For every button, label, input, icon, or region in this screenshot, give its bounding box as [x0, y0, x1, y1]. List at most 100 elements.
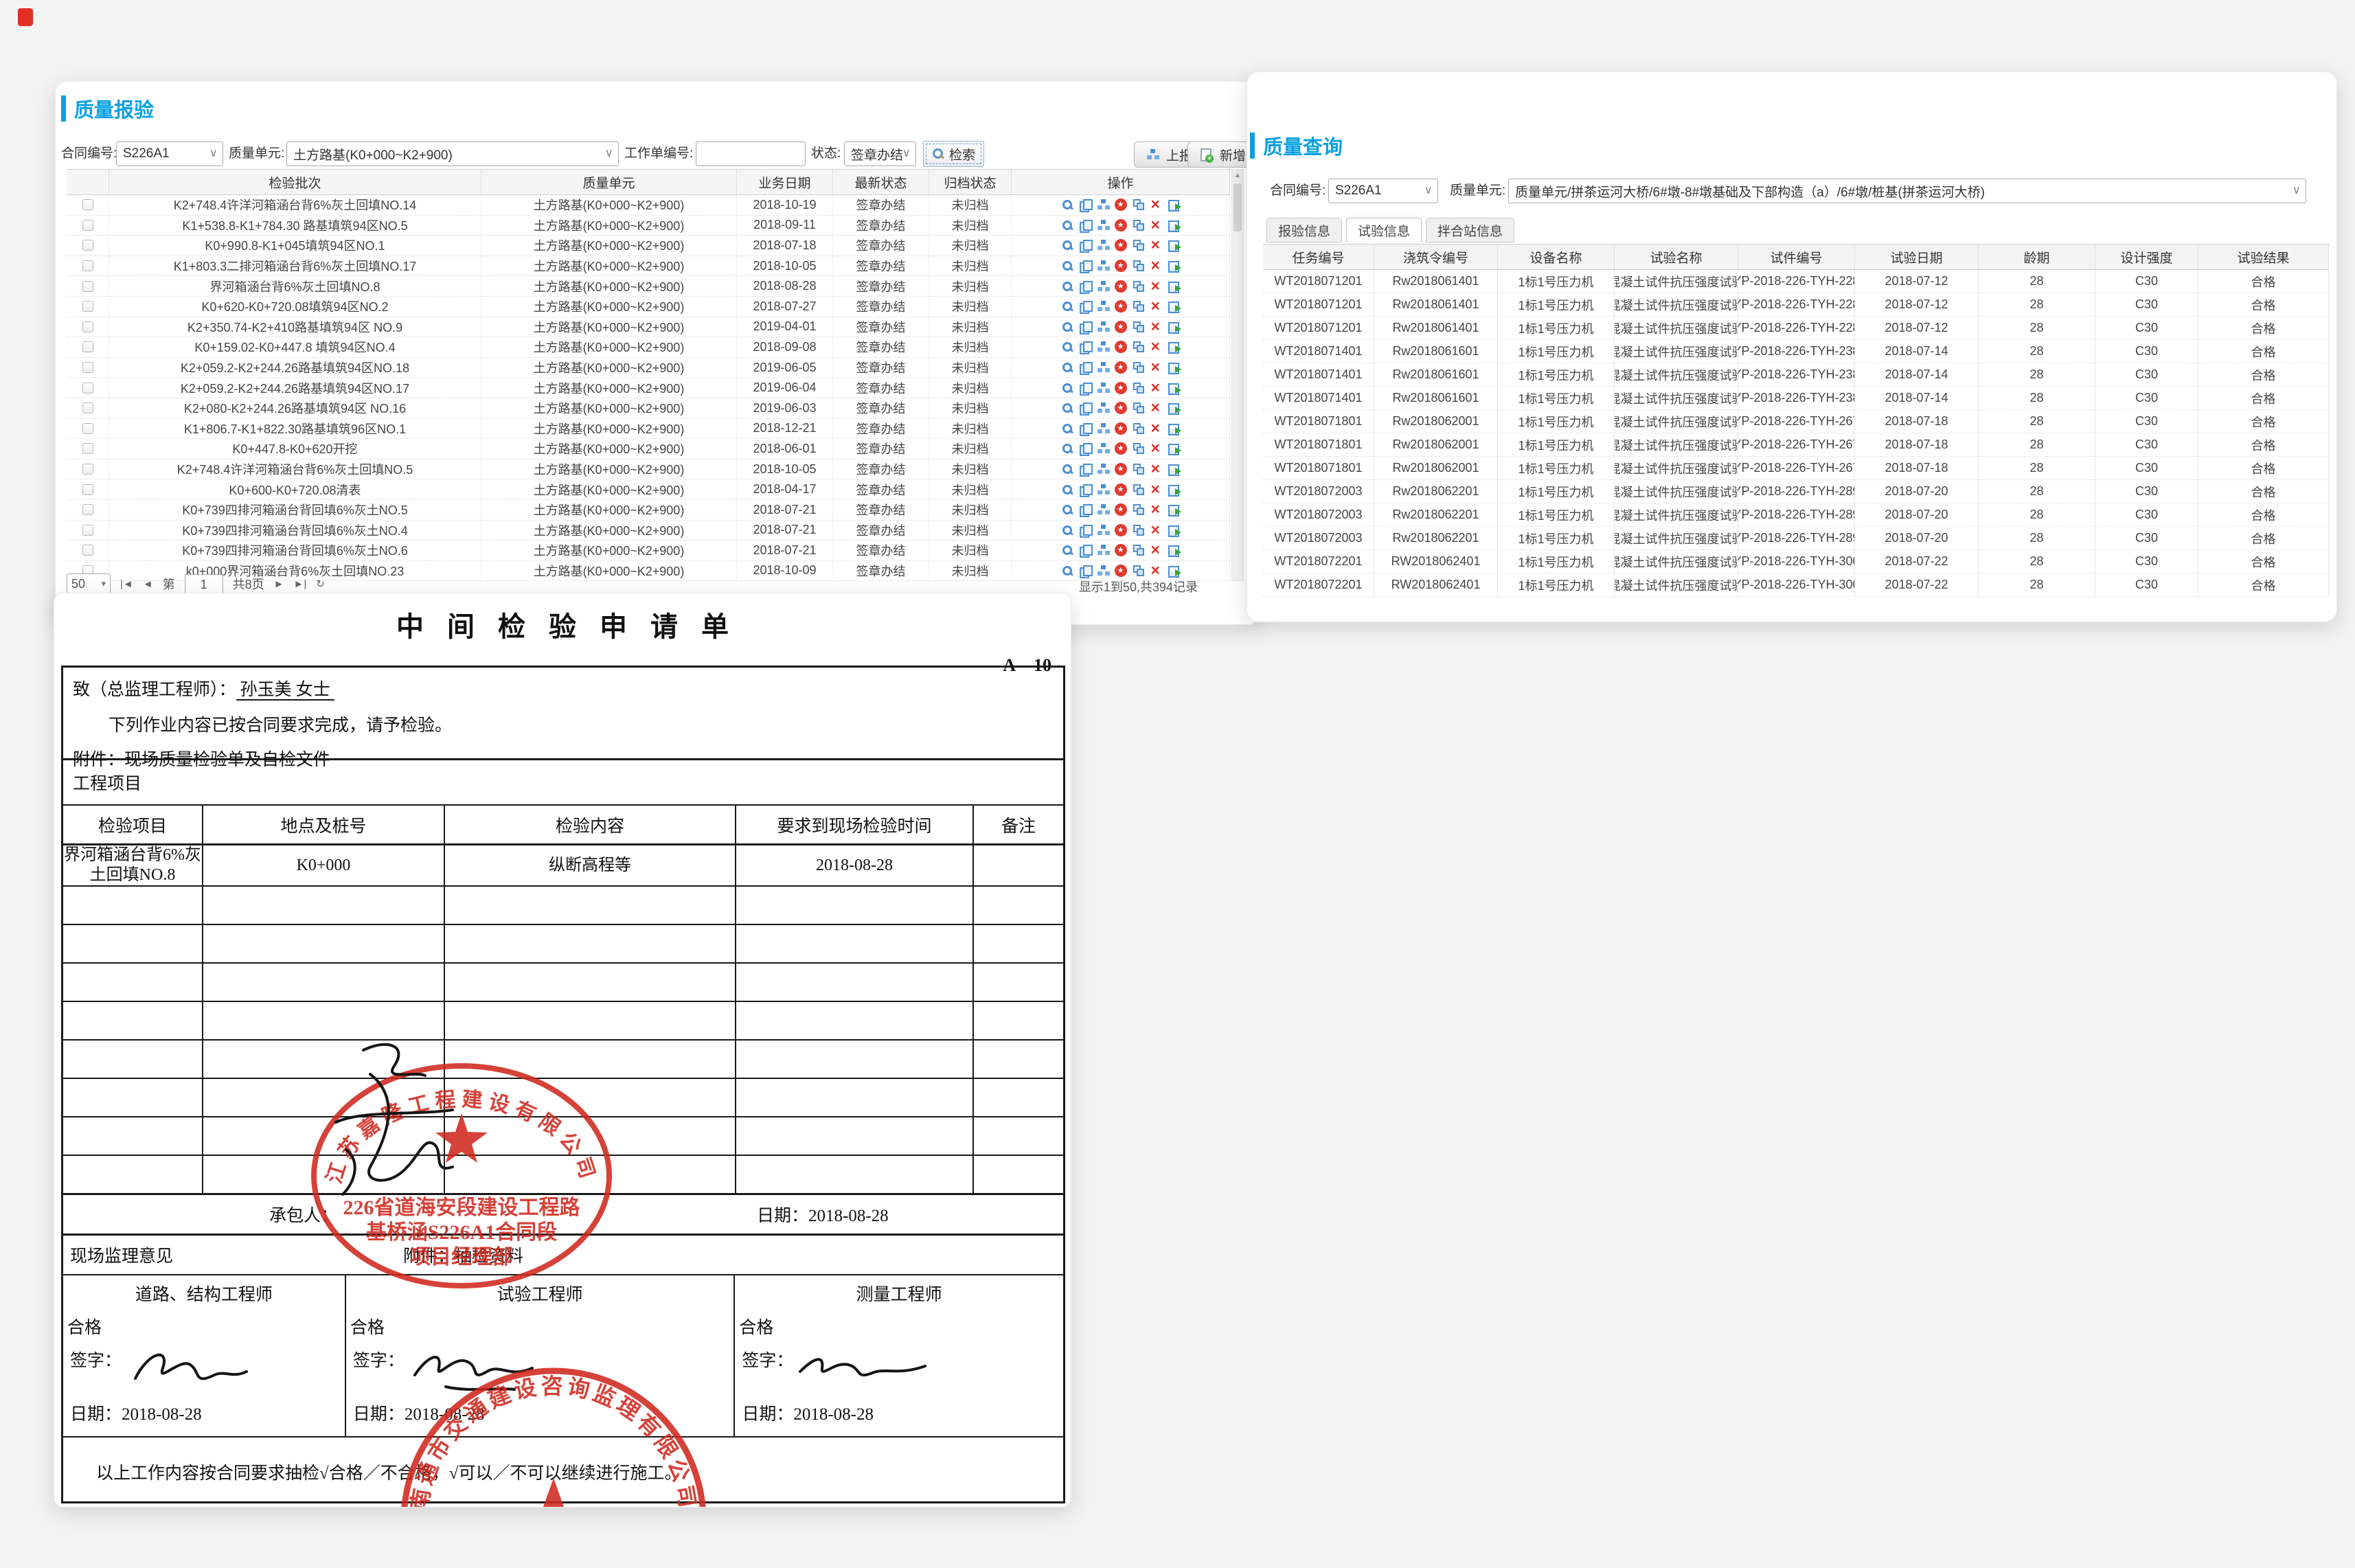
- export-icon[interactable]: [1168, 442, 1181, 455]
- table-row[interactable]: WT2018071201Rw20180614011标1号压力机混凝土试件抗压强度…: [1263, 270, 2329, 293]
- row-checkbox[interactable]: [82, 464, 93, 475]
- scrollbar-thumb[interactable]: [1233, 183, 1242, 231]
- export-icon[interactable]: [1168, 422, 1181, 435]
- table-row[interactable]: 界河箱涵台背6%灰土回填NO.8土方路基(K0+000~K2+900)2018-…: [67, 276, 1230, 297]
- org-icon[interactable]: [1097, 524, 1109, 536]
- table-row[interactable]: WT2018071201Rw20180614011标1号压力机混凝土试件抗压强度…: [1263, 317, 2329, 340]
- org-icon[interactable]: [1097, 341, 1109, 353]
- export-icon[interactable]: [1168, 565, 1181, 577]
- copy-icon[interactable]: [1079, 402, 1091, 414]
- header-batch[interactable]: 检验批次: [109, 170, 481, 194]
- search-icon[interactable]: [1061, 321, 1073, 333]
- branch-icon[interactable]: [1133, 503, 1145, 516]
- star-icon[interactable]: [1115, 402, 1127, 414]
- header-pour-no[interactable]: 浇筑令编号: [1374, 245, 1498, 269]
- branch-icon[interactable]: [1133, 382, 1145, 394]
- search-icon[interactable]: [1061, 361, 1073, 374]
- export-icon[interactable]: [1168, 280, 1181, 293]
- row-checkbox[interactable]: [82, 341, 93, 352]
- search-icon[interactable]: [1061, 382, 1073, 394]
- org-icon[interactable]: [1097, 484, 1109, 496]
- delete-icon[interactable]: [1150, 544, 1163, 556]
- export-icon[interactable]: [1168, 524, 1181, 536]
- table-row[interactable]: K2+059.2-K2+244.26路基填筑94区NO.18土方路基(K0+00…: [67, 358, 1230, 378]
- header-unit[interactable]: 质量单元: [481, 170, 737, 194]
- contract-select[interactable]: S226A1∨: [116, 141, 223, 166]
- delete-icon[interactable]: [1150, 260, 1163, 272]
- branch-icon[interactable]: [1133, 280, 1145, 293]
- branch-icon[interactable]: [1133, 239, 1145, 251]
- row-checkbox[interactable]: [82, 240, 93, 251]
- table-row[interactable]: WT2018071801Rw20180620011标1号压力机混凝土试件抗压强度…: [1263, 433, 2329, 457]
- header-date[interactable]: 业务日期: [737, 170, 833, 194]
- status-select[interactable]: 签章办结∨: [844, 141, 916, 166]
- search-icon[interactable]: [1061, 565, 1073, 577]
- search-icon[interactable]: [1061, 198, 1073, 211]
- branch-icon[interactable]: [1133, 341, 1145, 353]
- copy-icon[interactable]: [1079, 463, 1091, 475]
- copy-icon[interactable]: [1079, 565, 1091, 577]
- table-row[interactable]: K0+739四排河箱涵台背回填6%灰土NO.5土方路基(K0+000~K2+90…: [67, 500, 1230, 521]
- branch-icon[interactable]: [1133, 402, 1145, 414]
- copy-icon[interactable]: [1079, 239, 1091, 251]
- org-icon[interactable]: [1097, 300, 1109, 313]
- search-icon[interactable]: [1061, 300, 1073, 313]
- org-icon[interactable]: [1097, 382, 1109, 394]
- star-icon[interactable]: [1115, 524, 1127, 536]
- copy-icon[interactable]: [1079, 260, 1091, 272]
- add-button[interactable]: 新增: [1187, 141, 1255, 168]
- refresh-button[interactable]: ↻: [316, 578, 325, 590]
- copy-icon[interactable]: [1079, 219, 1091, 231]
- row-checkbox[interactable]: [82, 545, 93, 556]
- delete-icon[interactable]: [1150, 402, 1163, 414]
- org-icon[interactable]: [1097, 442, 1109, 455]
- unit-select[interactable]: 质量单元/拼茶运河大桥/6#墩-8#墩基础及下部构造（a）/6#墩/桩基(拼茶运…: [1508, 179, 2306, 203]
- row-checkbox[interactable]: [82, 525, 93, 536]
- copy-icon[interactable]: [1079, 300, 1091, 313]
- search-icon[interactable]: [1061, 422, 1073, 435]
- delete-icon[interactable]: [1150, 361, 1163, 374]
- star-icon[interactable]: [1115, 260, 1127, 272]
- table-row[interactable]: K0+159.02-K0+447.8 填筑94区NO.4土方路基(K0+000~…: [67, 337, 1230, 358]
- contract-select[interactable]: S226A1∨: [1328, 179, 1438, 203]
- copy-icon[interactable]: [1079, 321, 1091, 333]
- delete-icon[interactable]: [1150, 503, 1163, 516]
- org-icon[interactable]: [1097, 565, 1109, 577]
- delete-icon[interactable]: [1150, 198, 1163, 211]
- row-checkbox[interactable]: [82, 301, 93, 312]
- row-checkbox[interactable]: [82, 220, 93, 231]
- export-icon[interactable]: [1168, 198, 1181, 211]
- table-row[interactable]: WT2018071401Rw20180616011标1号压力机混凝土试件抗压强度…: [1263, 387, 2329, 410]
- first-page-button[interactable]: |◄: [120, 578, 133, 590]
- org-icon[interactable]: [1097, 544, 1109, 556]
- table-row[interactable]: K0+739四排河箱涵台背回填6%灰土NO.6土方路基(K0+000~K2+90…: [67, 541, 1230, 561]
- page-number-input[interactable]: 1: [185, 574, 223, 593]
- org-icon[interactable]: [1097, 422, 1109, 435]
- copy-icon[interactable]: [1079, 382, 1091, 394]
- row-checkbox[interactable]: [82, 423, 93, 434]
- org-icon[interactable]: [1097, 280, 1109, 293]
- branch-icon[interactable]: [1133, 565, 1145, 577]
- star-icon[interactable]: [1115, 484, 1127, 496]
- copy-icon[interactable]: [1079, 544, 1091, 556]
- star-icon[interactable]: [1115, 341, 1127, 353]
- star-icon[interactable]: [1115, 219, 1127, 231]
- page-size-select[interactable]: 50 ▾: [67, 573, 111, 594]
- table-row[interactable]: WT2018072201RW20180624011标1号压力机混凝土试件抗压强度…: [1263, 550, 2329, 573]
- table-row[interactable]: K2+080-K2+244.26路基填筑94区 NO.16土方路基(K0+000…: [67, 398, 1230, 419]
- export-icon[interactable]: [1168, 503, 1181, 516]
- header-specimen-no[interactable]: 试件编号: [1738, 245, 1855, 269]
- table-row[interactable]: K1+803.3二排河箱涵台背6%灰土回填NO.17土方路基(K0+000~K2…: [67, 256, 1230, 277]
- export-icon[interactable]: [1168, 321, 1181, 333]
- copy-icon[interactable]: [1079, 341, 1091, 353]
- search-icon[interactable]: [1061, 280, 1073, 293]
- search-icon[interactable]: [1061, 524, 1073, 536]
- delete-icon[interactable]: [1150, 524, 1163, 536]
- table-row[interactable]: K2+059.2-K2+244.26路基填筑94区NO.17土方路基(K0+00…: [67, 378, 1230, 398]
- header-age[interactable]: 龄期: [1979, 245, 2095, 269]
- export-icon[interactable]: [1168, 484, 1181, 496]
- header-device[interactable]: 设备名称: [1498, 245, 1615, 269]
- search-button[interactable]: 检索: [923, 141, 984, 167]
- export-icon[interactable]: [1168, 402, 1181, 414]
- org-icon[interactable]: [1097, 239, 1109, 251]
